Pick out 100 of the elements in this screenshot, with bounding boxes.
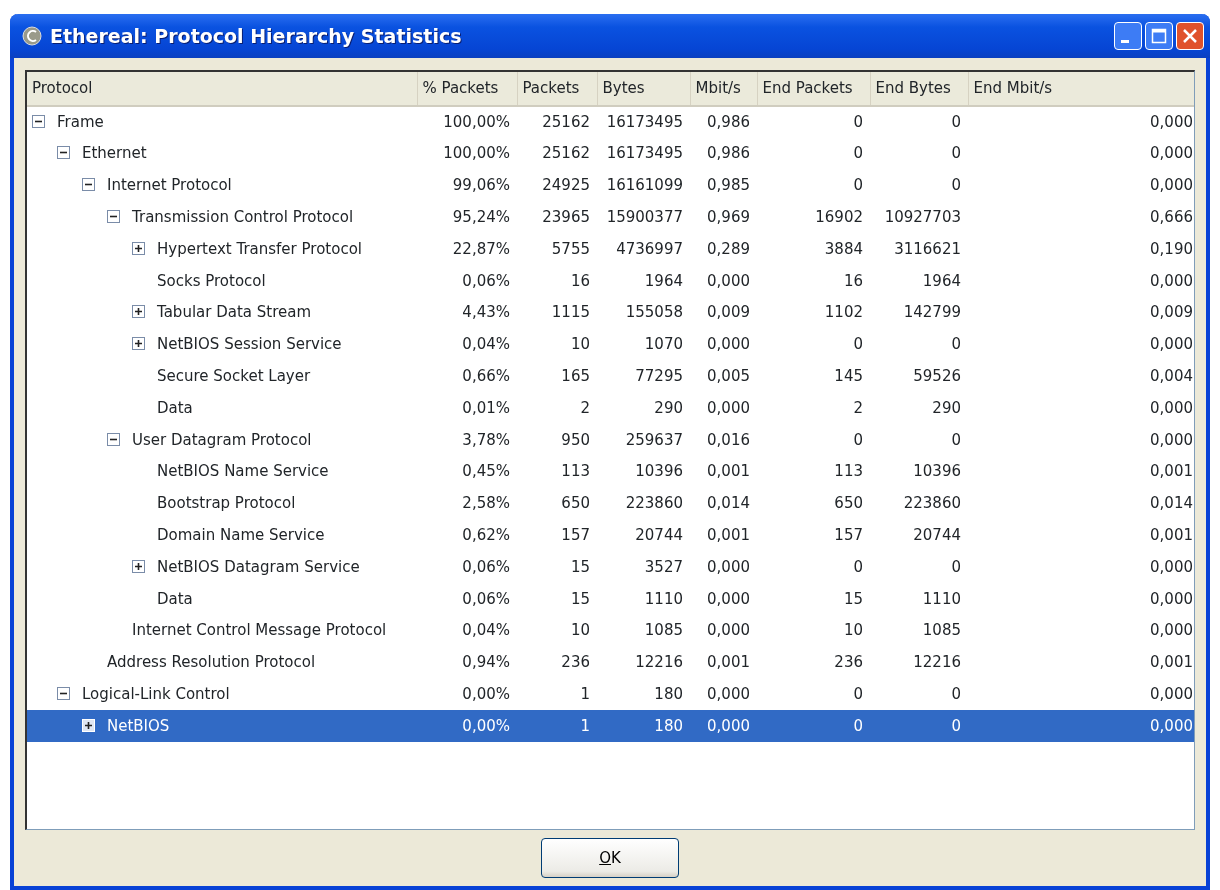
app-icon — [22, 26, 42, 46]
ok-button[interactable]: OK — [541, 838, 679, 878]
table-cell-text: 16902 — [814, 207, 864, 229]
table-cell-text: 3527 — [643, 556, 684, 578]
column-header[interactable]: Packets — [517, 72, 597, 106]
tree-row[interactable]: Tabular Data Stream 4,43% 1115 155058 0,009 1102 142799 0,009 — [27, 296, 1194, 329]
table-cell: 0 — [757, 106, 870, 138]
table-cell-text: 0,001 — [706, 461, 751, 483]
table-cell: 0 — [757, 710, 870, 742]
table-cell-text: 145 — [833, 366, 864, 387]
tree-row[interactable]: NetBIOS Session Service 0,04% 10 1070 0,000 0 0 0,000 — [27, 328, 1194, 361]
close-icon — [1182, 28, 1198, 44]
table-cell-text: 0,06% — [461, 556, 511, 578]
tree-row[interactable]: NetBIOS 0,00% 1 180 0,000 0 0 0,000 — [27, 710, 1194, 742]
table-cell: 180 — [597, 678, 690, 711]
table-cell-text: 155058 — [624, 302, 684, 324]
tree-row[interactable]: Data 0,01% 2 290 0,000 2 290 0,000 — [27, 392, 1194, 424]
collapse-icon[interactable] — [57, 146, 70, 160]
protocol-name: Ethernet — [82, 144, 147, 163]
collapse-icon[interactable] — [32, 115, 45, 129]
column-header[interactable]: Protocol — [27, 72, 417, 106]
table-cell-text: 0,009 — [1149, 302, 1194, 324]
table-cell-text: 95,24% — [451, 207, 511, 229]
tree-row[interactable]: User Datagram Protocol 3,78% 950 259637 0,016 0 0 0,000 — [27, 423, 1194, 456]
tree-row[interactable]: Domain Name Service 0,62% 157 20744 0,001 157 20744 0,001 — [27, 519, 1194, 552]
close-button[interactable] — [1176, 22, 1204, 50]
table-cell-text: 2,58% — [461, 493, 511, 515]
table-cell-text: 0,000 — [1149, 429, 1194, 451]
table-cell-text: 10396 — [634, 461, 684, 483]
tree-row[interactable]: Ethernet 100,00% 25162 16173495 0,986 0 0 0,000 — [27, 137, 1194, 170]
table-cell-text: 1085 — [643, 620, 684, 642]
tree-row[interactable]: Hypertext Transfer Protocol 22,87% 5755 4736997 0,289 3884 3116621 0,190 — [27, 233, 1194, 265]
table-cell-text: 2 — [579, 397, 591, 419]
table-cell-text: 0,001 — [1149, 461, 1194, 483]
tree-row[interactable]: Internet Protocol 99,06% 24925 16161099 0,985 0 0 0,000 — [27, 169, 1194, 202]
table-cell-text: 0,06% — [461, 588, 511, 610]
table-cell-text: 16 — [842, 270, 864, 292]
table-cell-text: 0 — [950, 334, 962, 356]
column-header[interactable]: Bytes — [597, 72, 690, 106]
tree-row[interactable]: Frame 100,00% 25162 16173495 0,986 0 0 0,000 — [27, 106, 1194, 138]
table-cell: 0,986 — [690, 106, 757, 138]
column-header[interactable]: % Packets — [417, 72, 517, 106]
table-cell-text: 650 — [560, 493, 591, 515]
table-cell-text: 0,009 — [706, 302, 751, 324]
table-cell-text: 0,014 — [1149, 493, 1194, 515]
protocol-name: NetBIOS Datagram Service — [157, 557, 360, 576]
table-cell-text: 0,000 — [1149, 334, 1194, 356]
table-cell-text: 0,000 — [706, 334, 751, 356]
protocol-name: Logical-Link Control — [82, 685, 230, 703]
tree-row[interactable]: Transmission Control Protocol 95,24% 23965 15900377 0,969 16902 10927703 0,666 — [27, 201, 1194, 234]
table-cell-text: 290 — [653, 397, 684, 419]
column-header[interactable]: End Bytes — [870, 72, 968, 106]
column-header[interactable]: End Mbit/s — [968, 72, 1194, 106]
table-cell-text: 4736997 — [615, 238, 684, 260]
table-cell-text: 12216 — [912, 652, 962, 674]
tree-row[interactable]: Address Resolution Protocol 0,94% 236 12216 0,001 236 12216 0,001 — [27, 646, 1194, 679]
collapse-icon[interactable] — [107, 210, 120, 224]
expand-icon[interactable] — [132, 305, 145, 319]
table-cell-text: 12216 — [634, 652, 684, 674]
table-cell-text: 10396 — [912, 461, 962, 483]
table-cell-text: 0,000 — [706, 397, 751, 419]
tree-row[interactable]: Bootstrap Protocol 2,58% 650 223860 0,014 650 223860 0,014 — [27, 487, 1194, 520]
tree-row[interactable]: Secure Socket Layer 0,66% 165 77295 0,005 145 59526 0,004 — [27, 360, 1194, 393]
table-cell-text: 24925 — [541, 175, 591, 197]
column-header[interactable]: Mbit/s — [690, 72, 757, 106]
table-cell-text: 15900377 — [605, 207, 684, 229]
table-cell-text: 15 — [569, 556, 591, 578]
collapse-icon[interactable] — [82, 178, 95, 192]
expand-icon[interactable] — [132, 337, 145, 351]
maximize-button[interactable] — [1145, 22, 1173, 50]
table-cell-text: 0,000 — [1149, 175, 1194, 197]
collapse-icon[interactable] — [107, 432, 120, 446]
table-cell: 0 — [870, 710, 968, 742]
table-cell-text: 113 — [560, 461, 591, 483]
table-cell-text: 0 — [852, 175, 864, 197]
table-cell-text: 0 — [950, 175, 962, 197]
protocol-name: Transmission Control Protocol — [132, 208, 354, 227]
tree-row[interactable]: Internet Control Message Protocol 0,04% 10 1085 0,000 10 1085 0,000 — [27, 614, 1194, 647]
table-cell: 180 — [597, 710, 690, 742]
protocol-name: Socks Protocol — [157, 271, 266, 290]
collapse-icon[interactable] — [57, 687, 70, 700]
tree-row[interactable]: NetBIOS Datagram Service 0,06% 15 3527 0,000 0 0 0,000 — [27, 551, 1194, 583]
table-cell-text: 4,43% — [461, 302, 511, 324]
table-cell-text: 0,06% — [461, 270, 511, 292]
tree-row[interactable]: Data 0,06% 15 1110 0,000 15 1110 0,000 — [27, 582, 1194, 615]
table-cell-text: 0,985 — [706, 175, 751, 197]
table-cell-text: 0 — [950, 556, 962, 578]
table-cell-text: 0 — [852, 556, 864, 578]
minimize-button[interactable] — [1114, 22, 1142, 50]
expand-icon[interactable] — [132, 559, 145, 573]
tree-row[interactable]: NetBIOS Name Service 0,45% 113 10396 0,001 113 10396 0,001 — [27, 455, 1194, 488]
table-cell-text: 1070 — [643, 334, 684, 356]
expand-icon[interactable] — [132, 241, 145, 255]
tree-row[interactable]: Socks Protocol 0,06% 16 1964 0,000 16 1964 0,000 — [27, 265, 1194, 297]
table-cell-text: 15 — [569, 588, 591, 610]
column-header[interactable]: End Packets — [757, 72, 870, 106]
table-cell: 0,00% — [417, 710, 517, 742]
tree-row[interactable]: Logical-Link Control 0,00% 1 180 0,000 0 0 0,000 — [27, 678, 1194, 711]
table-cell-text: 157 — [560, 525, 591, 546]
table-cell: 0,000 — [968, 710, 1194, 742]
